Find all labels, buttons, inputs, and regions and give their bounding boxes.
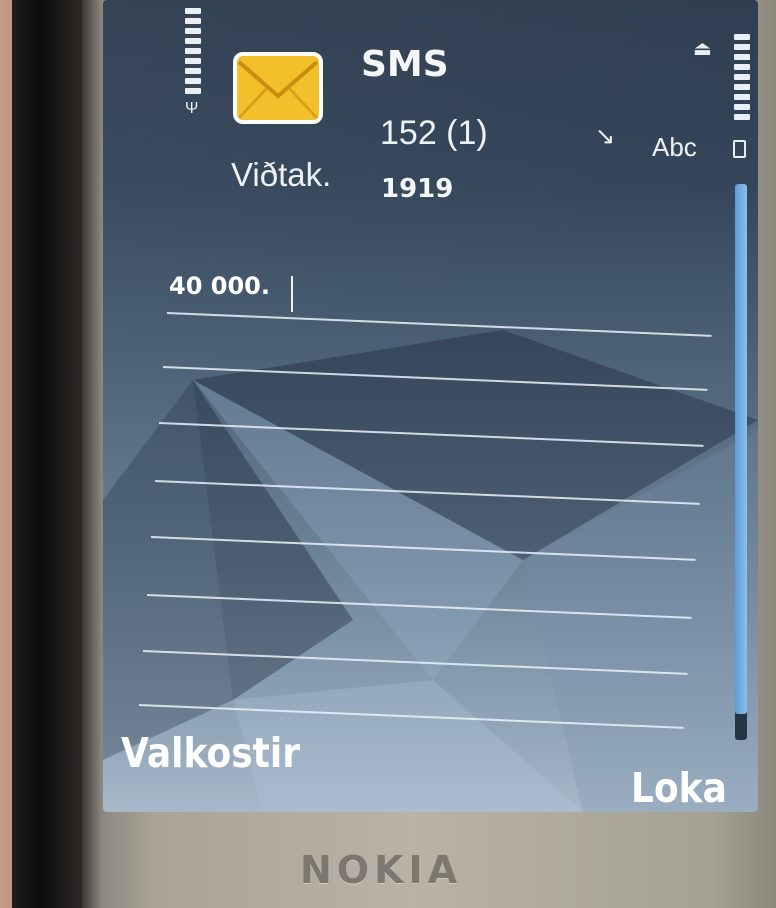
message-editor[interactable]: 40 000. bbox=[103, 0, 758, 812]
brand-logo: NOKIA bbox=[300, 848, 463, 892]
options-softkey[interactable]: Valkostir bbox=[121, 730, 300, 777]
close-softkey[interactable]: Loka bbox=[631, 765, 727, 812]
editor-line bbox=[138, 704, 684, 729]
message-body-text: 40 000. bbox=[169, 272, 270, 300]
editor-line bbox=[142, 650, 688, 675]
phone-screen: Ψ ⏏ SMS 152 (1) ↘ Abc Viðtak. 1919 40 00… bbox=[103, 0, 758, 812]
editor-line bbox=[146, 594, 692, 619]
editor-line bbox=[158, 422, 704, 447]
phone-edge bbox=[12, 0, 82, 908]
editor-line bbox=[166, 312, 712, 337]
text-cursor bbox=[291, 276, 293, 312]
editor-line bbox=[150, 536, 696, 561]
editor-line bbox=[162, 366, 708, 391]
editor-line bbox=[154, 480, 700, 505]
